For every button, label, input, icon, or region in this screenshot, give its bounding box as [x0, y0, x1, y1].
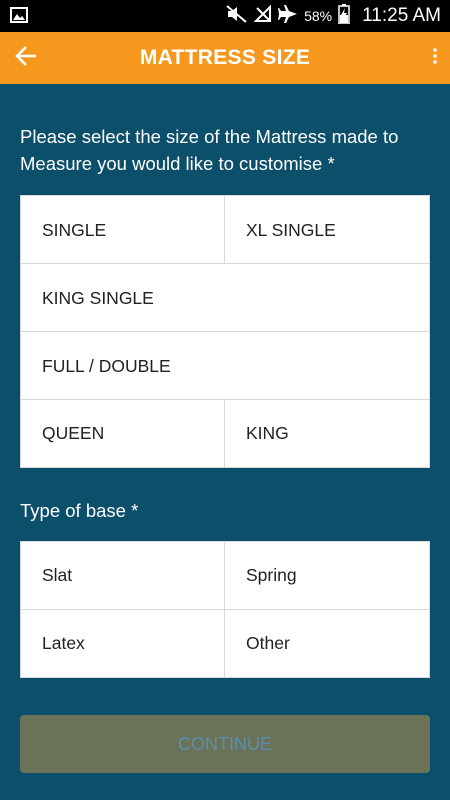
divider	[21, 263, 429, 264]
base-option-other[interactable]: Other	[225, 610, 429, 677]
size-option-xl-single[interactable]: XL SINGLE	[225, 196, 429, 264]
divider	[224, 196, 225, 263]
size-option-king-single[interactable]: KING SINGLE	[21, 264, 429, 332]
size-option-king[interactable]: KING	[225, 400, 429, 467]
mute-icon	[226, 5, 248, 27]
airplane-icon	[278, 5, 298, 27]
battery-charging-icon	[338, 4, 350, 28]
image-icon	[10, 7, 28, 23]
continue-button[interactable]: CONTINUE	[20, 715, 430, 773]
back-arrow-icon	[15, 45, 37, 71]
base-options-grid: Slat Spring Latex Other	[20, 541, 430, 678]
size-option-queen[interactable]: QUEEN	[21, 400, 225, 467]
divider	[21, 609, 429, 610]
status-bar: 58% 11:25 AM	[0, 0, 450, 32]
no-signal-icon	[253, 4, 272, 27]
divider	[224, 400, 225, 467]
status-icons: 58% 11:25 AM	[226, 0, 441, 32]
clock: 11:25 AM	[362, 5, 441, 26]
size-options-grid: SINGLE XL SINGLE KING SINGLE FULL / DOUB…	[20, 195, 430, 468]
page-title: MATTRESS SIZE	[139, 46, 311, 69]
more-vert-icon	[433, 47, 437, 69]
size-option-single[interactable]: SINGLE	[21, 196, 225, 264]
size-option-full-double[interactable]: FULL / DOUBLE	[21, 332, 429, 400]
divider	[224, 542, 225, 677]
divider	[21, 399, 429, 400]
back-button[interactable]	[6, 38, 46, 78]
overflow-menu-button[interactable]	[424, 38, 446, 78]
base-option-slat[interactable]: Slat	[21, 542, 225, 609]
base-option-spring[interactable]: Spring	[225, 542, 429, 609]
divider	[21, 331, 429, 332]
battery-percentage: 58%	[304, 8, 333, 24]
base-question-label: Type of base *	[20, 500, 139, 521]
app-bar: MATTRESS SIZE	[0, 32, 450, 84]
base-option-latex[interactable]: Latex	[21, 610, 225, 677]
size-question-label: Please select the size of the Mattress m…	[20, 126, 399, 174]
